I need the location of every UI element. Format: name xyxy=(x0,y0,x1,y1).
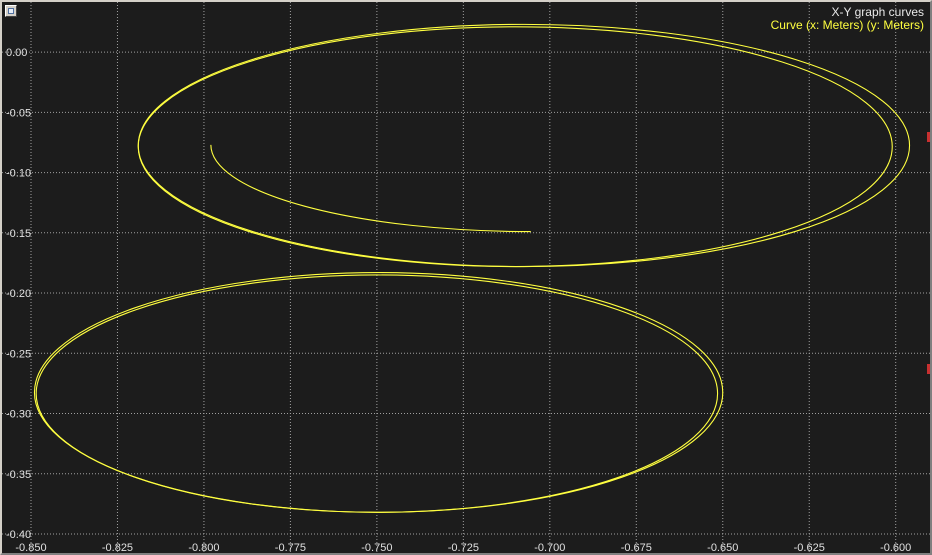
curve-loop xyxy=(210,144,531,233)
y-tick-label: -0.15 xyxy=(6,228,31,240)
y-tick-label: 0.00 xyxy=(6,47,27,59)
axis-ticks: -0.850 -0.825 -0.800 -0.775 -0.750 -0.725 -0.7… xyxy=(6,47,911,553)
curve-series xyxy=(33,23,911,513)
window-icon xyxy=(8,8,14,14)
y-tick-label: -0.10 xyxy=(6,168,31,180)
scroll-marker xyxy=(927,132,930,142)
graph-window: -0.850 -0.825 -0.800 -0.775 -0.750 -0.725 -0.7… xyxy=(0,0,932,555)
x-tick-label: -0.600 xyxy=(880,542,911,553)
y-tick-label: -0.25 xyxy=(6,348,31,360)
x-tick-label: -0.625 xyxy=(794,542,825,553)
y-tick-label: -0.20 xyxy=(6,288,31,300)
x-tick-label: -0.800 xyxy=(188,542,219,553)
graph-title: X-Y graph curves xyxy=(831,5,925,19)
y-tick-label: -0.40 xyxy=(6,529,31,541)
x-tick-label: -0.750 xyxy=(361,542,392,553)
x-tick-label: -0.825 xyxy=(102,542,133,553)
y-tick-label: -0.35 xyxy=(6,469,31,481)
x-tick-label: -0.675 xyxy=(621,542,652,553)
plot-area[interactable]: -0.850 -0.825 -0.800 -0.775 -0.750 -0.725 -0.7… xyxy=(2,2,930,553)
legend-entry: Curve (x: Meters) (y: Meters) xyxy=(770,18,924,32)
x-tick-label: -0.725 xyxy=(448,542,479,553)
scroll-marker xyxy=(927,364,930,374)
x-tick-label: -0.700 xyxy=(534,542,565,553)
y-tick-label: -0.30 xyxy=(6,409,31,421)
x-tick-label: -0.650 xyxy=(707,542,738,553)
y-tick-label: -0.05 xyxy=(6,107,31,119)
window-menu-button[interactable] xyxy=(5,5,17,17)
curve-loop xyxy=(33,272,724,513)
grid xyxy=(2,2,930,553)
x-tick-label: -0.850 xyxy=(15,542,46,553)
x-tick-label: -0.775 xyxy=(275,542,306,553)
